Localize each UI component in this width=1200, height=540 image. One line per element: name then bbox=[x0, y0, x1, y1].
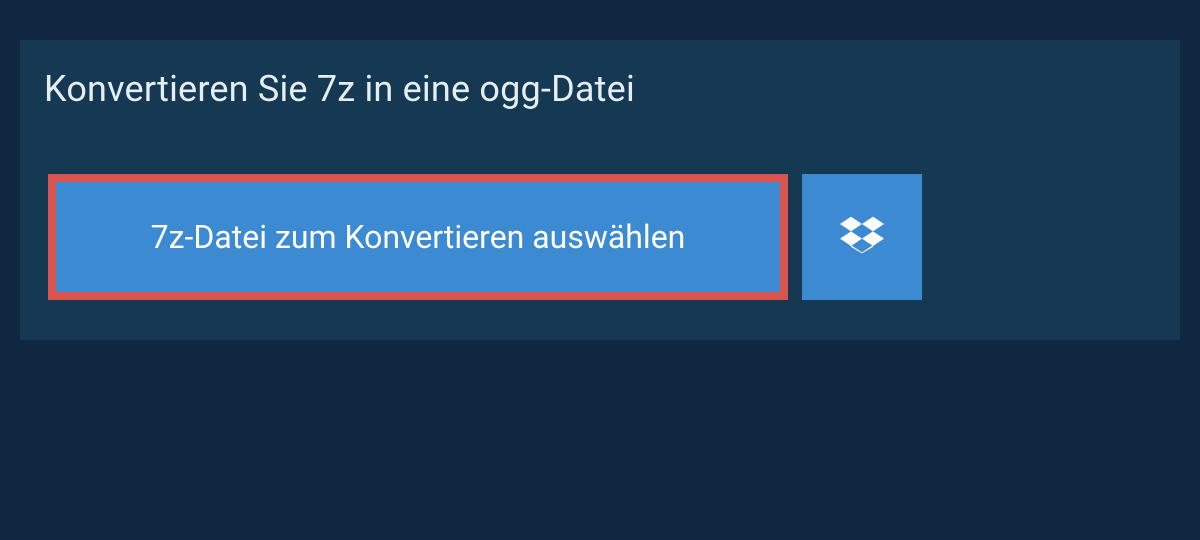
converter-card: Konvertieren Sie 7z in eine ogg-Datei 7z… bbox=[20, 40, 1180, 340]
action-row: 7z-Datei zum Konvertieren auswählen bbox=[20, 138, 1180, 300]
title-bar: Konvertieren Sie 7z in eine ogg-Datei bbox=[20, 40, 675, 138]
select-file-label: 7z-Datei zum Konvertieren auswählen bbox=[151, 218, 686, 256]
select-file-button[interactable]: 7z-Datei zum Konvertieren auswählen bbox=[48, 174, 788, 300]
dropbox-icon bbox=[840, 213, 884, 261]
dropbox-upload-button[interactable] bbox=[802, 174, 922, 300]
page-title: Konvertieren Sie 7z in eine ogg-Datei bbox=[44, 68, 635, 110]
